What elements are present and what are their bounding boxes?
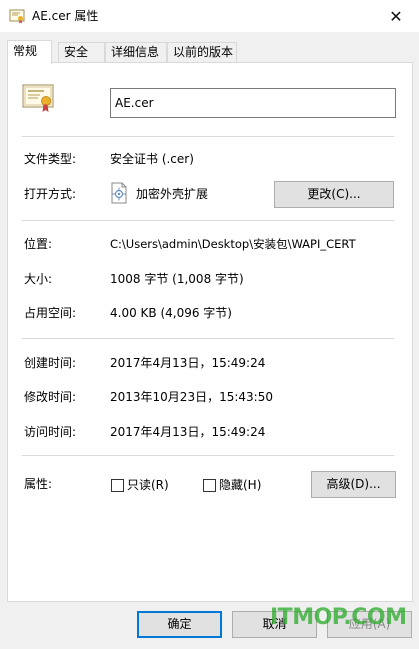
modified-value: 2013年10月23日，15:43:50 (110, 390, 273, 404)
accessed-label: 访问时间: (24, 425, 77, 439)
location-value: C:\Users\admin\Desktop\安装包\WAPI_CERT (110, 237, 356, 251)
tab-security-label: 安全 (64, 45, 89, 59)
filename-text: AE.cer (115, 96, 154, 110)
filename-input[interactable]: AE.cer (110, 88, 396, 118)
separator (22, 455, 394, 456)
location-label: 位置: (24, 237, 53, 251)
tab-general-label: 常规 (13, 44, 38, 58)
separator (22, 338, 394, 339)
tab-details-label: 详细信息 (111, 45, 160, 59)
separator (22, 220, 394, 221)
ok-button-label: 确定 (167, 617, 192, 631)
advanced-button-label: 高级(D)... (326, 477, 381, 491)
open-with-label: 打开方式: (24, 187, 77, 201)
general-panel: AE.cer 文件类型: 安全证书 (.cer) 打开方式: 加密外壳扩展 更改… (7, 62, 413, 602)
close-button[interactable]: ✕ (373, 0, 419, 32)
separator (22, 136, 394, 137)
apply-button-label: 应用(A) (348, 617, 391, 631)
modified-label: 修改时间: (24, 390, 77, 404)
title-bar: AE.cer 属性 ✕ (0, 0, 419, 32)
certificate-file-icon (9, 9, 25, 24)
file-type-label: 文件类型: (24, 152, 77, 166)
tab-previous-versions-label: 以前的版本 (173, 45, 234, 59)
certificate-large-icon (22, 84, 54, 112)
window-title: AE.cer 属性 (32, 9, 99, 23)
accessed-value: 2017年4月13日，15:49:24 (110, 425, 266, 439)
encryption-shell-icon (111, 182, 127, 204)
tab-general[interactable]: 常规 (7, 40, 52, 64)
size-on-disk-value: 4.00 KB (4,096 字节) (110, 306, 232, 320)
apply-button[interactable]: 应用(A) (327, 611, 412, 638)
tab-previous-versions[interactable]: 以前的版本 (167, 42, 237, 63)
size-label: 大小: (24, 272, 53, 286)
file-type-value: 安全证书 (.cer) (110, 152, 194, 166)
created-value: 2017年4月13日，15:49:24 (110, 356, 266, 370)
size-value: 1008 字节 (1,008 字节) (110, 272, 244, 286)
tab-details[interactable]: 详细信息 (105, 42, 167, 63)
tab-security[interactable]: 安全 (58, 42, 105, 63)
ok-button[interactable]: 确定 (137, 611, 222, 638)
hidden-label: 隐藏(H) (219, 478, 262, 492)
open-with-value: 加密外壳扩展 (136, 187, 209, 201)
cancel-button[interactable]: 取消 (232, 611, 317, 638)
created-label: 创建时间: (24, 356, 77, 370)
size-on-disk-label: 占用空间: (24, 306, 77, 320)
change-button[interactable]: 更改(C)... (274, 181, 394, 208)
change-button-label: 更改(C)... (307, 187, 361, 201)
close-icon: ✕ (389, 6, 403, 26)
hidden-checkbox[interactable] (203, 479, 216, 492)
attributes-label: 属性: (24, 477, 53, 491)
advanced-button[interactable]: 高级(D)... (311, 471, 396, 498)
readonly-label: 只读(R) (127, 478, 169, 492)
readonly-checkbox[interactable] (111, 479, 124, 492)
cancel-button-label: 取消 (262, 617, 287, 631)
